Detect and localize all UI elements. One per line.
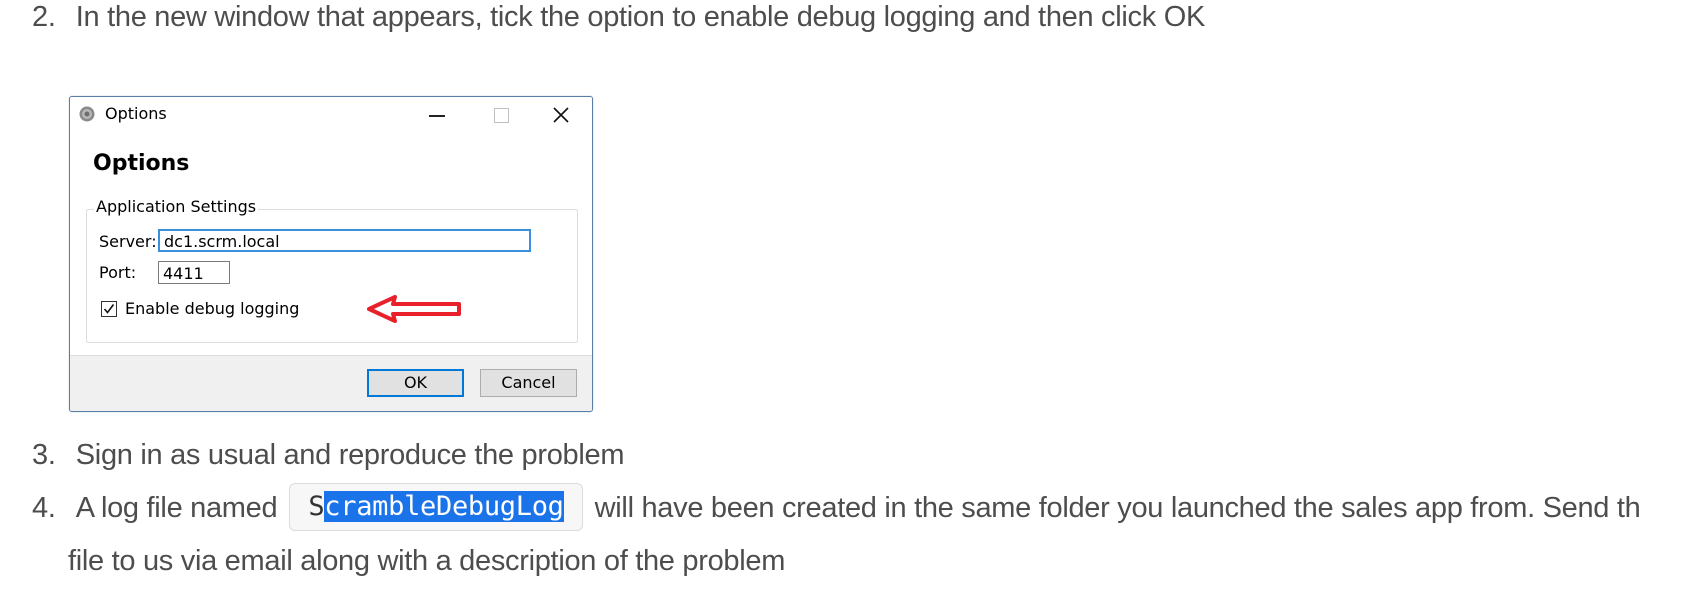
step-4-continuation: file to us via email along with a descri… xyxy=(68,534,785,588)
ok-button[interactable]: OK xyxy=(367,369,464,397)
close-icon xyxy=(553,107,569,123)
maximize-icon xyxy=(494,108,509,123)
title-bar: Options xyxy=(70,97,592,133)
minimize-button[interactable] xyxy=(406,97,466,133)
step-text: Sign in as usual and reproduce the probl… xyxy=(75,439,625,471)
close-button[interactable] xyxy=(532,97,592,133)
server-label: Server: xyxy=(99,232,157,251)
checkmark-icon xyxy=(103,304,115,314)
debug-logging-label: Enable debug logging xyxy=(125,299,300,318)
maximize-button[interactable] xyxy=(470,97,530,133)
group-label: Application Settings xyxy=(94,197,259,216)
code-first-char: S xyxy=(308,491,325,522)
dialog-heading: Options xyxy=(93,151,190,176)
step-2: 2. In the new window that appears, tick … xyxy=(32,0,1205,44)
selected-text: crambleDebugLog xyxy=(324,491,564,522)
log-filename-code: ScrambleDebugLog xyxy=(289,483,583,531)
step-text: In the new window that appears, tick the… xyxy=(75,1,1206,33)
step-number: 4. xyxy=(32,492,56,524)
step-text-after: will have been created in the same folde… xyxy=(594,492,1641,524)
step-number: 3. xyxy=(32,439,56,471)
dialog-content: Options Application Settings Server: dc1… xyxy=(70,133,592,355)
step-text-continuation: file to us via email along with a descri… xyxy=(68,545,786,577)
step-number: 2. xyxy=(32,1,56,33)
debug-logging-checkbox[interactable] xyxy=(101,301,117,317)
step-3: 3. Sign in as usual and reproduce the pr… xyxy=(32,428,625,482)
step-4: 4. A log file named ScrambleDebugLog will … xyxy=(32,481,1641,535)
window-title: Options xyxy=(105,104,167,123)
dialog-footer: OK Cancel xyxy=(70,355,592,411)
step-text-before: A log file named xyxy=(75,492,278,524)
options-dialog-screenshot: Options Options Application Settings Ser… xyxy=(69,96,593,412)
port-label: Port: xyxy=(99,263,137,282)
red-arrow-annotation xyxy=(367,295,461,323)
cancel-button[interactable]: Cancel xyxy=(480,369,577,397)
server-input[interactable]: dc1.scrm.local xyxy=(158,229,531,252)
port-input[interactable]: 4411 xyxy=(158,261,230,284)
gear-icon xyxy=(78,105,96,123)
minimize-icon xyxy=(429,115,445,117)
